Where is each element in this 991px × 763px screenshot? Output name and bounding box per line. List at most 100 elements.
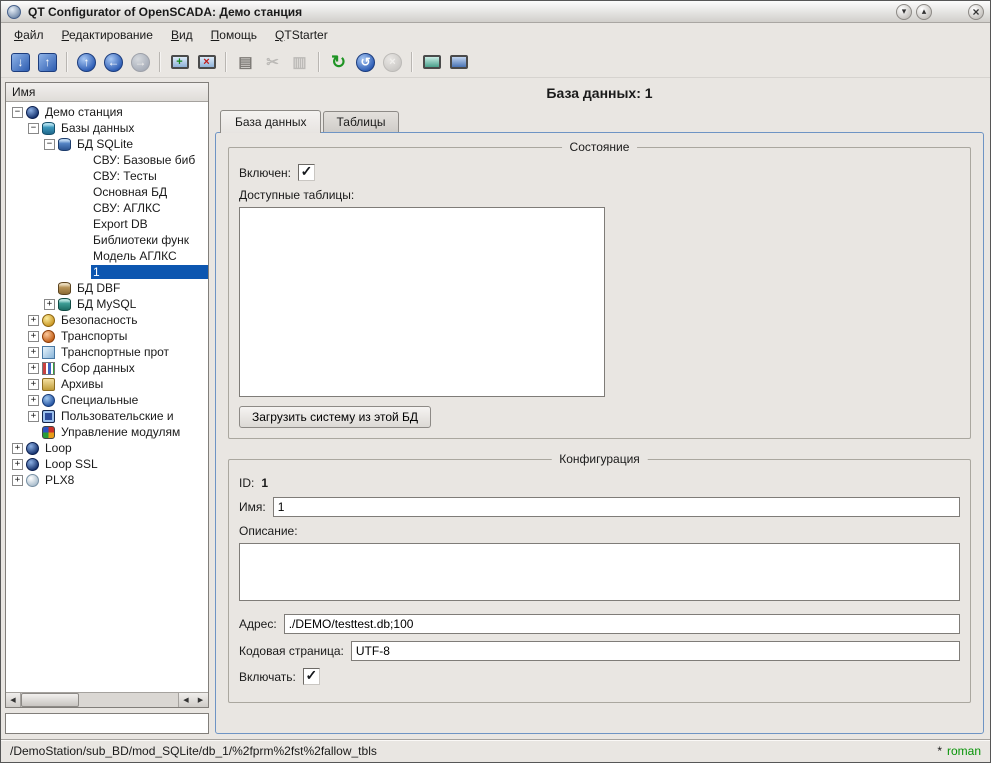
tree-item-Export DB[interactable]: Export DB: [6, 216, 208, 232]
tree-item-БД SQLite[interactable]: −БД SQLite: [6, 136, 208, 152]
tree-item-Модель АГЛКС[interactable]: Модель АГЛКС: [6, 248, 208, 264]
tree-item-Безопасность[interactable]: +Безопасность: [6, 312, 208, 328]
tree-item-Архивы[interactable]: +Архивы: [6, 376, 208, 392]
enabled-checkbox[interactable]: [298, 164, 315, 181]
load-system-button[interactable]: Загрузить систему из этой БД: [239, 406, 431, 428]
tab-content: Состояние Включен: Доступные таблицы: За…: [215, 132, 984, 734]
tree-item-БД DBF[interactable]: БД DBF: [6, 280, 208, 296]
tab-База данных[interactable]: База данных: [220, 110, 321, 133]
save-to-db-button[interactable]: ↑: [34, 49, 61, 76]
tree-item-label: БД MySQL: [75, 297, 138, 311]
expand-icon[interactable]: +: [28, 315, 39, 326]
name-input[interactable]: [273, 497, 960, 517]
scrollbar-track[interactable]: [21, 693, 178, 707]
tree-item-СВУ: АГЛКС[interactable]: СВУ: АГЛКС: [6, 200, 208, 216]
minimize-button[interactable]: ▾: [896, 4, 912, 20]
maximize-button[interactable]: ▴: [916, 4, 932, 20]
codepage-input[interactable]: [351, 641, 960, 661]
to-enable-checkbox[interactable]: [303, 668, 320, 685]
tree-item-Демо станция[interactable]: −Демо станция: [6, 104, 208, 120]
copy-button[interactable]: ▤: [232, 49, 259, 76]
paste-button[interactable]: ▥: [286, 49, 313, 76]
expand-icon[interactable]: +: [28, 331, 39, 342]
expand-icon[interactable]: +: [28, 395, 39, 406]
page-title: База данных: 1: [215, 80, 984, 109]
start-button[interactable]: ↺: [352, 49, 379, 76]
tree-item-Пользовательские и[interactable]: +Пользовательские и: [6, 408, 208, 424]
tree-item-СВУ: Базовые биб[interactable]: СВУ: Базовые биб: [6, 152, 208, 168]
scroll-left-icon[interactable]: ◀: [6, 693, 21, 707]
tree-item-label: Транспортные прот: [59, 345, 171, 359]
expand-icon[interactable]: +: [12, 475, 23, 486]
tab-Таблицы[interactable]: Таблицы: [323, 111, 398, 132]
transports-icon: [42, 330, 55, 343]
expand-icon[interactable]: +: [44, 299, 55, 310]
delete-item-button[interactable]: ×: [193, 49, 220, 76]
tree-item-Основная БД[interactable]: Основная БД: [6, 184, 208, 200]
codepage-label: Кодовая страница:: [239, 644, 344, 658]
scroll-right-icon[interactable]: ▶: [193, 693, 208, 707]
tree-item-БД MySQL[interactable]: + БД MySQL: [6, 296, 208, 312]
tree-item-label: БД DBF: [75, 281, 122, 295]
collapse-icon[interactable]: −: [12, 107, 23, 118]
menu-item-Редактирование[interactable]: Редактирование: [53, 25, 162, 45]
tree-item-Библиотеки функ[interactable]: Библиотеки функ: [6, 232, 208, 248]
menu-item-QTStarter[interactable]: QTStarter: [266, 25, 337, 45]
special-icon: [42, 394, 55, 407]
delete-item-icon: ×: [198, 55, 216, 69]
expand-icon[interactable]: +: [12, 443, 23, 454]
collapse-icon[interactable]: −: [28, 123, 39, 134]
tree-item-label: Loop SSL: [43, 457, 100, 471]
expand-icon[interactable]: +: [12, 459, 23, 470]
add-item-button[interactable]: +: [166, 49, 193, 76]
expand-icon[interactable]: +: [28, 347, 39, 358]
archives-icon: [42, 378, 55, 391]
tree-item-Базы данных[interactable]: −Базы данных: [6, 120, 208, 136]
tree-item-Транспортные прот[interactable]: + Транспортные прот: [6, 344, 208, 360]
scrollbar-thumb[interactable]: [21, 693, 79, 707]
stop-button[interactable]: ×: [379, 49, 406, 76]
app-icon: [7, 5, 21, 19]
load-from-db-icon: ↓: [11, 53, 30, 72]
tree-item-Специальные[interactable]: +Специальные: [6, 392, 208, 408]
state-groupbox: Состояние Включен: Доступные таблицы: За…: [228, 147, 971, 439]
menu-item-Вид[interactable]: Вид: [162, 25, 202, 45]
up-level-button[interactable]: ↑: [73, 49, 100, 76]
scroll-left2-icon[interactable]: ◀: [178, 693, 193, 707]
refresh-button[interactable]: ↻: [325, 49, 352, 76]
name-label: Имя:: [239, 500, 266, 514]
back-button[interactable]: ←: [100, 49, 127, 76]
expand-icon[interactable]: +: [28, 411, 39, 422]
tree-item-1[interactable]: 1: [6, 264, 208, 280]
cut-button[interactable]: ✂: [259, 49, 286, 76]
collapse-icon[interactable]: −: [44, 139, 55, 150]
address-input[interactable]: [284, 614, 960, 634]
app-window: QT Configurator of OpenSCADA: Демо станц…: [0, 0, 991, 763]
forward-button[interactable]: →: [127, 49, 154, 76]
tree-item-Loop[interactable]: +Loop: [6, 440, 208, 456]
description-textarea[interactable]: [239, 543, 960, 601]
station-window-button[interactable]: [445, 49, 472, 76]
close-button[interactable]: ×: [968, 4, 984, 20]
tree-item-Транспорты[interactable]: +Транспорты: [6, 328, 208, 344]
connect-station-button[interactable]: [418, 49, 445, 76]
tree-item-PLX8[interactable]: +PLX8: [6, 472, 208, 488]
tree-hscrollbar[interactable]: ◀ ◀ ▶: [6, 692, 208, 707]
menu-item-Файл[interactable]: Файл: [5, 25, 53, 45]
up-level-icon: ↑: [77, 53, 96, 72]
tree-bottom-input[interactable]: [5, 713, 209, 734]
user-interfaces-icon: [42, 410, 55, 423]
load-from-db-button[interactable]: ↓: [7, 49, 34, 76]
add-item-icon: +: [171, 55, 189, 69]
tree-item-Loop SSL[interactable]: + Loop SSL: [6, 456, 208, 472]
tree-item-Управление модулям[interactable]: Управление модулям: [6, 424, 208, 440]
tree-item-Сбор данных[interactable]: +Сбор данных: [6, 360, 208, 376]
tree-item-СВУ: Тесты[interactable]: СВУ: Тесты: [6, 168, 208, 184]
expand-icon[interactable]: +: [28, 379, 39, 390]
menu-item-Помощь[interactable]: Помощь: [202, 25, 266, 45]
tables-listbox[interactable]: [239, 207, 605, 397]
titlebar[interactable]: QT Configurator of OpenSCADA: Демо станц…: [1, 1, 990, 23]
main-area: Имя −Демо станция−Базы данных−БД SQLiteС…: [1, 78, 990, 739]
expand-icon[interactable]: +: [28, 363, 39, 374]
data-acquisition-icon: [42, 362, 55, 375]
